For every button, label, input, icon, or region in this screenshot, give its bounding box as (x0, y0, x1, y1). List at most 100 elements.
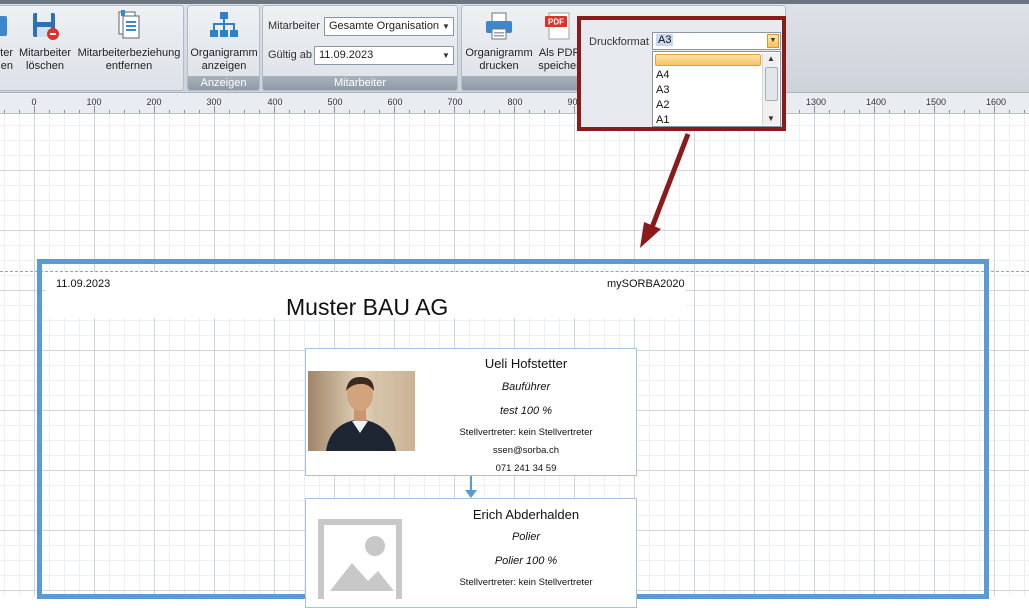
employee-photo (308, 371, 415, 451)
ruler-tick (424, 110, 425, 113)
ruler-tick (799, 110, 800, 113)
ruler-tick (139, 110, 140, 113)
ruler-tick (4, 110, 5, 113)
ribbon-group-mitarbeiter-filter: Mitarbeiter Gesamte Organisation ▼ Gülti… (262, 5, 458, 91)
print-org-chart-button[interactable]: Organigramm drucken (464, 10, 534, 73)
org-card-ueli-hofstetter[interactable]: Ueli Hofstetter Bauführer test 100 % Ste… (305, 348, 637, 476)
ruler-tick (1024, 110, 1025, 113)
ruler-tick-label: 500 (327, 97, 343, 107)
partial-button-label: ter en (0, 47, 13, 72)
ruler-tick (934, 106, 935, 113)
remove-relation-button[interactable]: Mitarbeiterbeziehung entfernen (77, 10, 181, 73)
employee-email: ssen@sorba.ch (492, 445, 560, 456)
ruler-tick (559, 110, 560, 113)
employee-phone: 071 241 34 59 (495, 463, 557, 474)
dropdown-option[interactable]: A3 (656, 84, 669, 96)
show-org-chart-button[interactable]: Organigramm anzeigen (190, 10, 258, 73)
horizontal-ruler: 0100200300400500600700800900100013001400… (0, 93, 1029, 114)
scroll-up-icon[interactable]: ▲ (763, 53, 779, 65)
ruler-tick (319, 110, 320, 113)
employee-name: Ueli Hofstetter (484, 356, 568, 371)
ruler-tick (79, 110, 80, 113)
org-chart-icon (208, 10, 240, 42)
druckformat-label: Druckformat (589, 36, 649, 48)
ruler-tick (259, 110, 260, 113)
ruler-tick-label: 1400 (865, 97, 887, 107)
ruler-tick (469, 110, 470, 113)
ruler-tick (334, 106, 335, 113)
employee-filter-label: Mitarbeiter (268, 20, 320, 32)
ruler-tick (979, 110, 980, 113)
employee-detail: test 100 % (500, 405, 552, 417)
dropdown-option[interactable]: A1 (656, 114, 669, 126)
ruler-tick (94, 106, 95, 113)
ruler-tick (574, 106, 575, 113)
ruler-tick (919, 110, 920, 113)
ruler-tick (109, 110, 110, 113)
ruler-tick (394, 106, 395, 113)
valid-from-label: Gültig ab (268, 49, 313, 61)
ruler-tick (904, 110, 905, 113)
ruler-tick (184, 110, 185, 113)
ruler-tick (454, 106, 455, 113)
employee-filter-select[interactable]: Gesamte Organisation ▼ (324, 17, 454, 36)
ruler-tick-label: 600 (387, 97, 403, 107)
save-as-pdf-button[interactable]: PDF Als PDF speicher (536, 10, 582, 73)
ruler-tick (289, 110, 290, 113)
valid-from-date-picker[interactable]: 11.09.2023 ▼ (314, 46, 454, 65)
ribbon-group-anzeigen: Organigramm anzeigen Anzeigen (187, 5, 260, 91)
partial-icon (0, 10, 9, 42)
ruler-tick (409, 110, 410, 113)
org-card-erich-abderhalden[interactable]: Erich Abderhalden Polier Polier 100 % St… (305, 498, 637, 608)
ruler-tick (829, 110, 830, 113)
ruler-tick-label: 400 (267, 97, 283, 107)
ruler-tick (484, 110, 485, 113)
partial-ribbon-button[interactable]: ter en (0, 10, 13, 73)
ruler-tick (379, 110, 380, 113)
scroll-thumb[interactable] (765, 67, 778, 101)
ruler-tick (1009, 110, 1010, 113)
valid-from-value: 11.09.2023 (319, 49, 374, 61)
druckformat-dropdown-list: A4 A3 A2 A1 ▲ ▼ (652, 51, 781, 127)
ruler-tick-label: 700 (447, 97, 463, 107)
remove-relation-label: Mitarbeiterbeziehung entfernen (77, 47, 181, 72)
ruler-tick (949, 110, 950, 113)
employee-deputy: Stellvertreter: kein Stellvertreter (459, 427, 593, 438)
employee-deputy: Stellvertreter: kein Stellvertreter (459, 577, 593, 588)
pdf-icon: PDF (543, 10, 575, 42)
ruler-tick (364, 110, 365, 113)
ruler-tick (274, 106, 275, 113)
save-as-pdf-label: Als PDF speicher (538, 47, 580, 72)
page-title: Muster BAU AG (286, 294, 449, 320)
ruler-tick (814, 106, 815, 113)
dropdown-option[interactable]: A4 (656, 69, 669, 81)
ruler-tick (859, 110, 860, 113)
chevron-down-icon[interactable]: ▼ (439, 47, 453, 64)
show-org-chart-label: Organigramm anzeigen (190, 47, 258, 72)
ruler-tick (544, 110, 545, 113)
scroll-down-icon[interactable]: ▼ (763, 113, 779, 125)
chevron-down-icon[interactable]: ▼ (439, 18, 453, 35)
ruler-tick (304, 110, 305, 113)
dropdown-highlighted-row[interactable] (655, 54, 761, 66)
ruler-tick (844, 110, 845, 113)
ruler-tick (889, 110, 890, 113)
ruler-tick (499, 110, 500, 113)
dropdown-option[interactable]: A2 (656, 99, 669, 111)
ruler-tick-label: 800 (507, 97, 523, 107)
ruler-tick (349, 110, 350, 113)
page-date: 11.09.2023 (56, 278, 111, 290)
pdf-icon-text: PDF (548, 18, 564, 27)
ruler-tick (874, 106, 875, 113)
arrow-down-icon (465, 490, 477, 498)
document-relation-icon (113, 10, 145, 42)
druckformat-select[interactable]: A3 ▼ (652, 32, 781, 50)
ruler-tick (244, 110, 245, 113)
ruler-tick (154, 106, 155, 113)
ruler-tick (19, 110, 20, 113)
chevron-down-icon[interactable]: ▼ (767, 34, 779, 48)
placeholder-image-icon (318, 519, 402, 608)
print-org-chart-label: Organigramm drucken (465, 47, 533, 72)
dropdown-scrollbar[interactable]: ▲ ▼ (762, 53, 779, 125)
delete-employee-button[interactable]: Mitarbeiter löschen (17, 10, 73, 73)
